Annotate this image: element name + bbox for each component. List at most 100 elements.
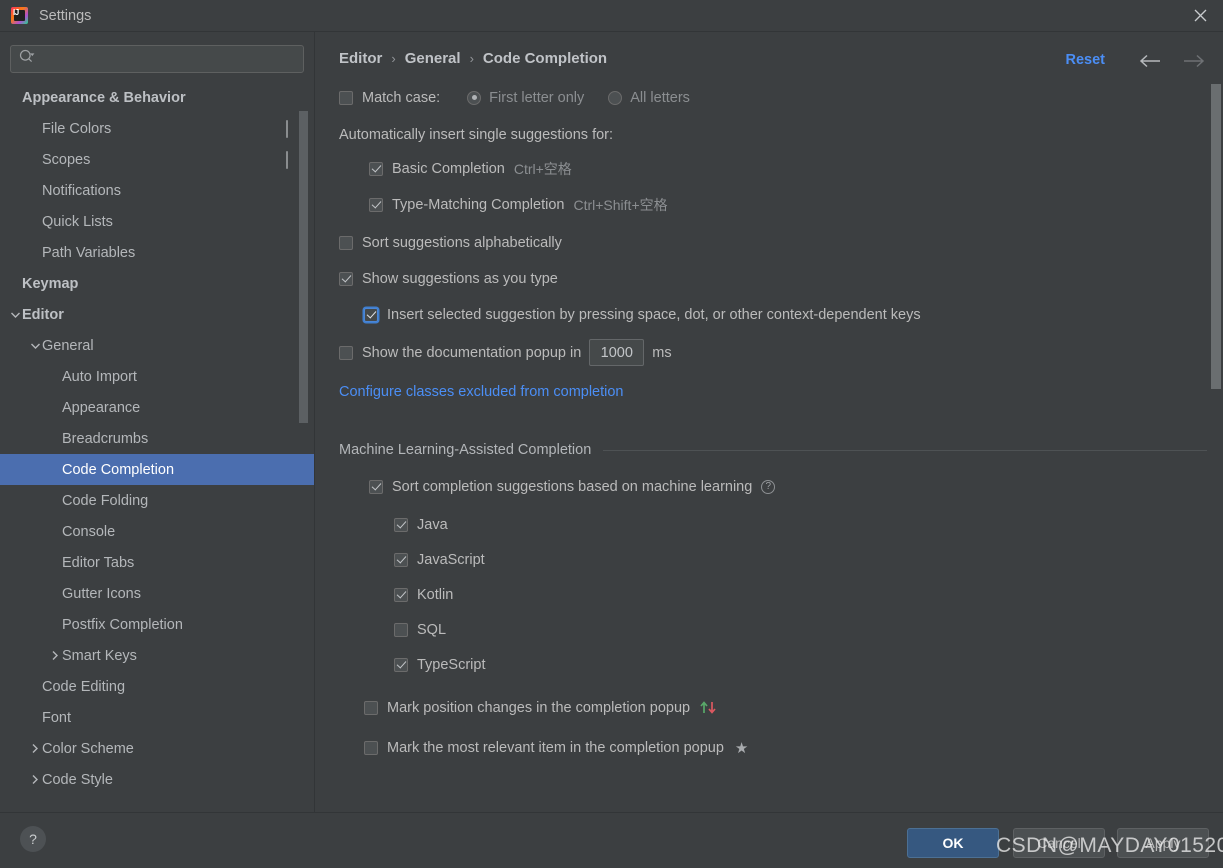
sidebar-item-postfix-completion[interactable]: Postfix Completion — [0, 609, 314, 640]
sidebar-item-file-colors[interactable]: File Colors — [0, 113, 314, 144]
mark-position-changes-checkbox[interactable] — [364, 700, 378, 715]
sidebar-item-editor-tabs[interactable]: Editor Tabs — [0, 547, 314, 578]
sidebar-item-breadcrumbs[interactable]: Breadcrumbs — [0, 423, 314, 454]
sort-alphabetically-checkbox[interactable] — [339, 235, 353, 250]
arrow-right-icon[interactable] — [1179, 46, 1209, 76]
all-letters-radio[interactable] — [608, 90, 623, 105]
chevron-right-icon[interactable] — [28, 774, 42, 785]
sidebar-item-scopes[interactable]: Scopes — [0, 144, 314, 175]
sidebar-item-label: Appearance & Behavior — [22, 89, 186, 106]
sidebar-item-gutter-icons[interactable]: Gutter Icons — [0, 578, 314, 609]
auto-insert-label: Automatically insert single suggestions … — [339, 126, 614, 143]
sidebar-item-code-editing[interactable]: Code Editing — [0, 671, 314, 702]
sidebar-item-editor[interactable]: Editor — [0, 299, 314, 330]
search-field[interactable] — [10, 45, 304, 73]
first-letter-only-radio[interactable] — [467, 90, 482, 105]
breadcrumb-item-editor[interactable]: Editor — [339, 50, 382, 67]
all-letters-label: All letters — [630, 89, 690, 106]
sidebar-item-general[interactable]: General — [0, 330, 314, 361]
type-matching-completion-checkbox[interactable] — [369, 197, 383, 212]
breadcrumb-separator: › — [391, 51, 396, 66]
ml-language-label: Kotlin — [417, 586, 454, 603]
help-circle-icon[interactable]: ? — [761, 479, 776, 494]
sort-by-ml-checkbox[interactable] — [369, 479, 383, 494]
sort-alphabetically-row: Sort suggestions alphabetically — [339, 232, 1207, 253]
basic-completion-row: Basic Completion Ctrl+空格 — [369, 158, 1207, 179]
basic-completion-shortcut: Ctrl+空格 — [513, 160, 572, 177]
apply-button[interactable]: Apply — [1117, 828, 1209, 858]
mark-position-changes-row: Mark position changes in the completion … — [364, 697, 1207, 718]
sidebar-item-label: Notifications — [42, 182, 121, 199]
cancel-button[interactable]: Cancel — [1013, 828, 1105, 858]
sidebar-item-appearance-behavior[interactable]: Appearance & Behavior — [0, 82, 314, 113]
sidebar-item-label: Smart Keys — [62, 647, 137, 664]
basic-completion-checkbox[interactable] — [369, 161, 383, 176]
show-suggestions-checkbox[interactable] — [339, 271, 353, 286]
sidebar-item-label: Appearance — [62, 399, 141, 416]
mark-most-relevant-checkbox[interactable] — [364, 740, 378, 755]
type-matching-completion-row: Type-Matching Completion Ctrl+Shift+空格 — [369, 194, 1207, 215]
ml-language-checkbox-sql[interactable] — [394, 622, 408, 637]
help-button[interactable]: ? — [20, 826, 46, 852]
up-down-arrows-icon — [699, 700, 719, 715]
ml-language-checkbox-java[interactable] — [394, 517, 408, 532]
match-case-label: Match case: — [362, 89, 441, 106]
mark-position-changes-label: Mark position changes in the completion … — [387, 699, 691, 716]
sort-alphabetically-label: Sort suggestions alphabetically — [362, 234, 562, 251]
first-letter-only-label: First letter only — [489, 89, 585, 106]
documentation-popup-checkbox[interactable] — [339, 345, 353, 360]
sidebar-item-appearance[interactable]: Appearance — [0, 392, 314, 423]
content-scrollbar-thumb[interactable] — [1211, 84, 1221, 389]
ml-language-checkbox-javascript[interactable] — [394, 552, 408, 567]
sidebar-item-color-scheme[interactable]: Color Scheme — [0, 733, 314, 764]
search-input[interactable] — [36, 51, 303, 67]
sidebar-item-label: Code Completion — [62, 461, 175, 478]
sidebar-scrollbar-thumb[interactable] — [299, 111, 308, 423]
sidebar-item-font[interactable]: Font — [0, 702, 314, 733]
sidebar-item-keymap[interactable]: Keymap — [0, 268, 314, 299]
reset-link[interactable]: Reset — [1066, 52, 1106, 68]
type-matching-completion-label: Type-Matching Completion — [392, 196, 565, 213]
chevron-right-icon[interactable] — [48, 650, 62, 661]
close-icon[interactable] — [1177, 0, 1223, 31]
insert-selected-checkbox[interactable] — [364, 307, 378, 322]
sidebar-item-label: Scopes — [42, 151, 91, 168]
sidebar-item-label: Auto Import — [62, 368, 137, 385]
ml-language-label: Java — [417, 516, 448, 533]
sidebar-item-notifications[interactable]: Notifications — [0, 175, 314, 206]
breadcrumb-item-general[interactable]: General — [405, 50, 461, 67]
sidebar-item-auto-import[interactable]: Auto Import — [0, 361, 314, 392]
chevron-right-icon[interactable] — [28, 743, 42, 754]
match-case-checkbox[interactable] — [339, 90, 353, 105]
sidebar-item-code-style[interactable]: Code Style — [0, 764, 314, 795]
insert-selected-row: Insert selected suggestion by pressing s… — [364, 304, 1207, 325]
sidebar-item-console[interactable]: Console — [0, 516, 314, 547]
sidebar-item-label: Font — [42, 709, 72, 726]
documentation-popup-delay-input[interactable]: 1000 — [589, 339, 645, 366]
ml-language-row: Kotlin — [394, 584, 1207, 605]
chevron-down-icon[interactable] — [28, 342, 42, 350]
sidebar-item-quick-lists[interactable]: Quick Lists — [0, 206, 314, 237]
sidebar-item-label: File Colors — [42, 120, 112, 137]
match-case-row: Match case: First letter only All letter… — [339, 87, 1207, 108]
sidebar-item-smart-keys[interactable]: Smart Keys — [0, 640, 314, 671]
monitor-icon — [286, 150, 288, 169]
intellij-idea-logo-icon — [11, 7, 28, 24]
sidebar-item-code-completion[interactable]: Code Completion — [0, 454, 314, 485]
settings-dialog: Settings Appearance & BehaviorFile Colo — [0, 0, 1223, 868]
sidebar-item-label: Code Folding — [62, 492, 149, 509]
ml-language-checkbox-typescript[interactable] — [394, 657, 408, 672]
sidebar-item-label: Quick Lists — [42, 213, 113, 230]
settings-tree[interactable]: Appearance & Behavior File Colors Scopes No… — [0, 82, 314, 807]
sidebar-item-label: Code Style — [42, 771, 113, 788]
sort-by-ml-label: Sort completion suggestions based on mac… — [392, 478, 753, 495]
ml-language-checkbox-kotlin[interactable] — [394, 587, 408, 602]
sidebar-item-code-folding[interactable]: Code Folding — [0, 485, 314, 516]
configure-excluded-classes-link[interactable]: Configure classes excluded from completi… — [339, 384, 624, 400]
sidebar-item-path-variables[interactable]: Path Variables — [0, 237, 314, 268]
ok-button[interactable]: OK — [907, 828, 999, 858]
ml-section-title: Machine Learning-Assisted Completion — [339, 442, 592, 458]
arrow-left-icon[interactable] — [1135, 46, 1165, 76]
chevron-down-icon[interactable] — [8, 311, 22, 319]
ml-language-row: TypeScript — [394, 654, 1207, 675]
